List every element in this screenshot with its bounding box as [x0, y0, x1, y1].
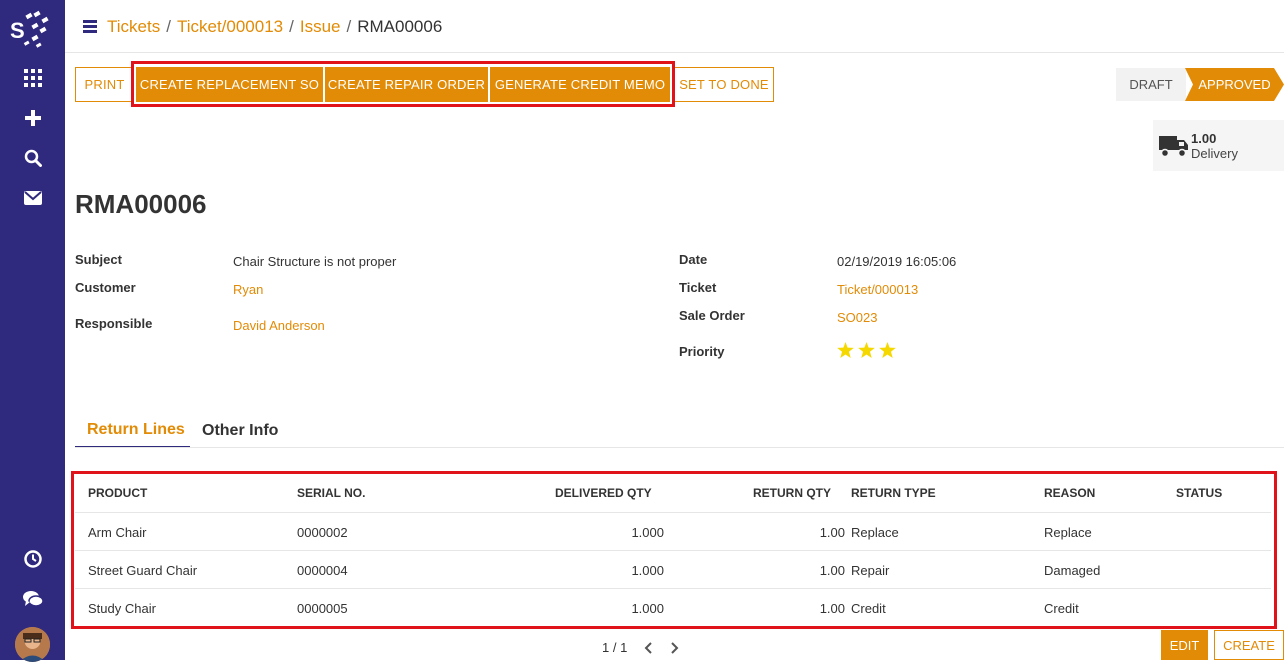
- highlight-box-table: [71, 471, 1277, 629]
- main-content: Tickets / Ticket/000013 / Issue / RMA00006 PRI…: [65, 0, 1284, 660]
- tab-return-lines[interactable]: Return Lines: [75, 413, 190, 448]
- priority-label: Priority: [679, 344, 725, 359]
- menu-toggle-icon[interactable]: [83, 20, 97, 33]
- delivery-smart-button[interactable]: 1.00 Delivery: [1153, 120, 1284, 171]
- truck-icon: [1159, 136, 1188, 158]
- customer-link[interactable]: Ryan: [233, 282, 263, 297]
- status-approved-label: APPROVED: [1198, 77, 1271, 92]
- tab-other-info[interactable]: Other Info: [202, 413, 278, 448]
- ticket-label: Ticket: [679, 280, 717, 295]
- responsible-link[interactable]: David Anderson: [233, 318, 325, 333]
- app-logo-icon[interactable]: S: [10, 10, 56, 50]
- create-button[interactable]: CREATE: [1214, 630, 1284, 660]
- breadcrumb-ticket[interactable]: Ticket/000013: [177, 17, 283, 36]
- delivery-count: 1.00: [1191, 131, 1217, 146]
- highlight-box-actions: [131, 61, 675, 107]
- apps-grid-icon[interactable]: [20, 65, 46, 91]
- breadcrumb-issue[interactable]: Issue: [300, 17, 341, 36]
- breadcrumb-current: RMA00006: [357, 17, 443, 36]
- subject-value: Chair Structure is not proper: [233, 254, 397, 269]
- avatar[interactable]: [15, 627, 50, 662]
- mail-icon[interactable]: [20, 185, 46, 211]
- breadcrumb-separator: /: [166, 17, 171, 36]
- chevron-right-icon[interactable]: [669, 641, 681, 660]
- set-to-done-button[interactable]: SET TO DONE: [674, 67, 774, 102]
- breadcrumb-separator: /: [346, 17, 352, 36]
- breadcrumb: Tickets / Ticket/000013 / Issue / RMA00006: [107, 17, 442, 37]
- sale-order-link[interactable]: SO023: [837, 310, 877, 325]
- chat-icon[interactable]: [20, 586, 46, 612]
- clock-icon[interactable]: [20, 546, 46, 572]
- ticket-link[interactable]: Ticket/000013: [837, 282, 918, 297]
- date-value: 02/19/2019 16:05:06: [837, 254, 957, 269]
- search-icon[interactable]: [20, 145, 46, 171]
- subject-label: Subject: [75, 252, 122, 267]
- date-label: Date: [679, 252, 708, 267]
- svg-text:S: S: [10, 18, 25, 43]
- status-approved[interactable]: APPROVED: [1185, 68, 1284, 101]
- star-icon[interactable]: [837, 342, 854, 358]
- plus-icon[interactable]: [20, 105, 46, 131]
- chevron-left-icon[interactable]: [642, 641, 654, 660]
- responsible-label: Responsible: [75, 316, 153, 331]
- sale-order-label: Sale Order: [679, 308, 745, 323]
- status-draft[interactable]: DRAFT: [1116, 68, 1186, 101]
- record-title: RMA00006: [75, 189, 207, 219]
- star-icon[interactable]: [879, 342, 896, 358]
- breadcrumb-tickets[interactable]: Tickets: [107, 17, 160, 36]
- customer-label: Customer: [75, 280, 136, 295]
- print-button[interactable]: PRINT: [75, 67, 134, 102]
- star-icon[interactable]: [858, 342, 875, 358]
- priority-stars: [837, 342, 896, 358]
- pager-value[interactable]: 1 / 1: [602, 640, 627, 655]
- sidebar: S: [0, 0, 65, 662]
- tab-divider: [75, 447, 1284, 448]
- edit-button[interactable]: EDIT: [1161, 630, 1208, 660]
- top-bar: Tickets / Ticket/000013 / Issue / RMA00006: [65, 0, 1284, 53]
- breadcrumb-separator: /: [289, 17, 294, 36]
- delivery-label: Delivery: [1191, 146, 1238, 161]
